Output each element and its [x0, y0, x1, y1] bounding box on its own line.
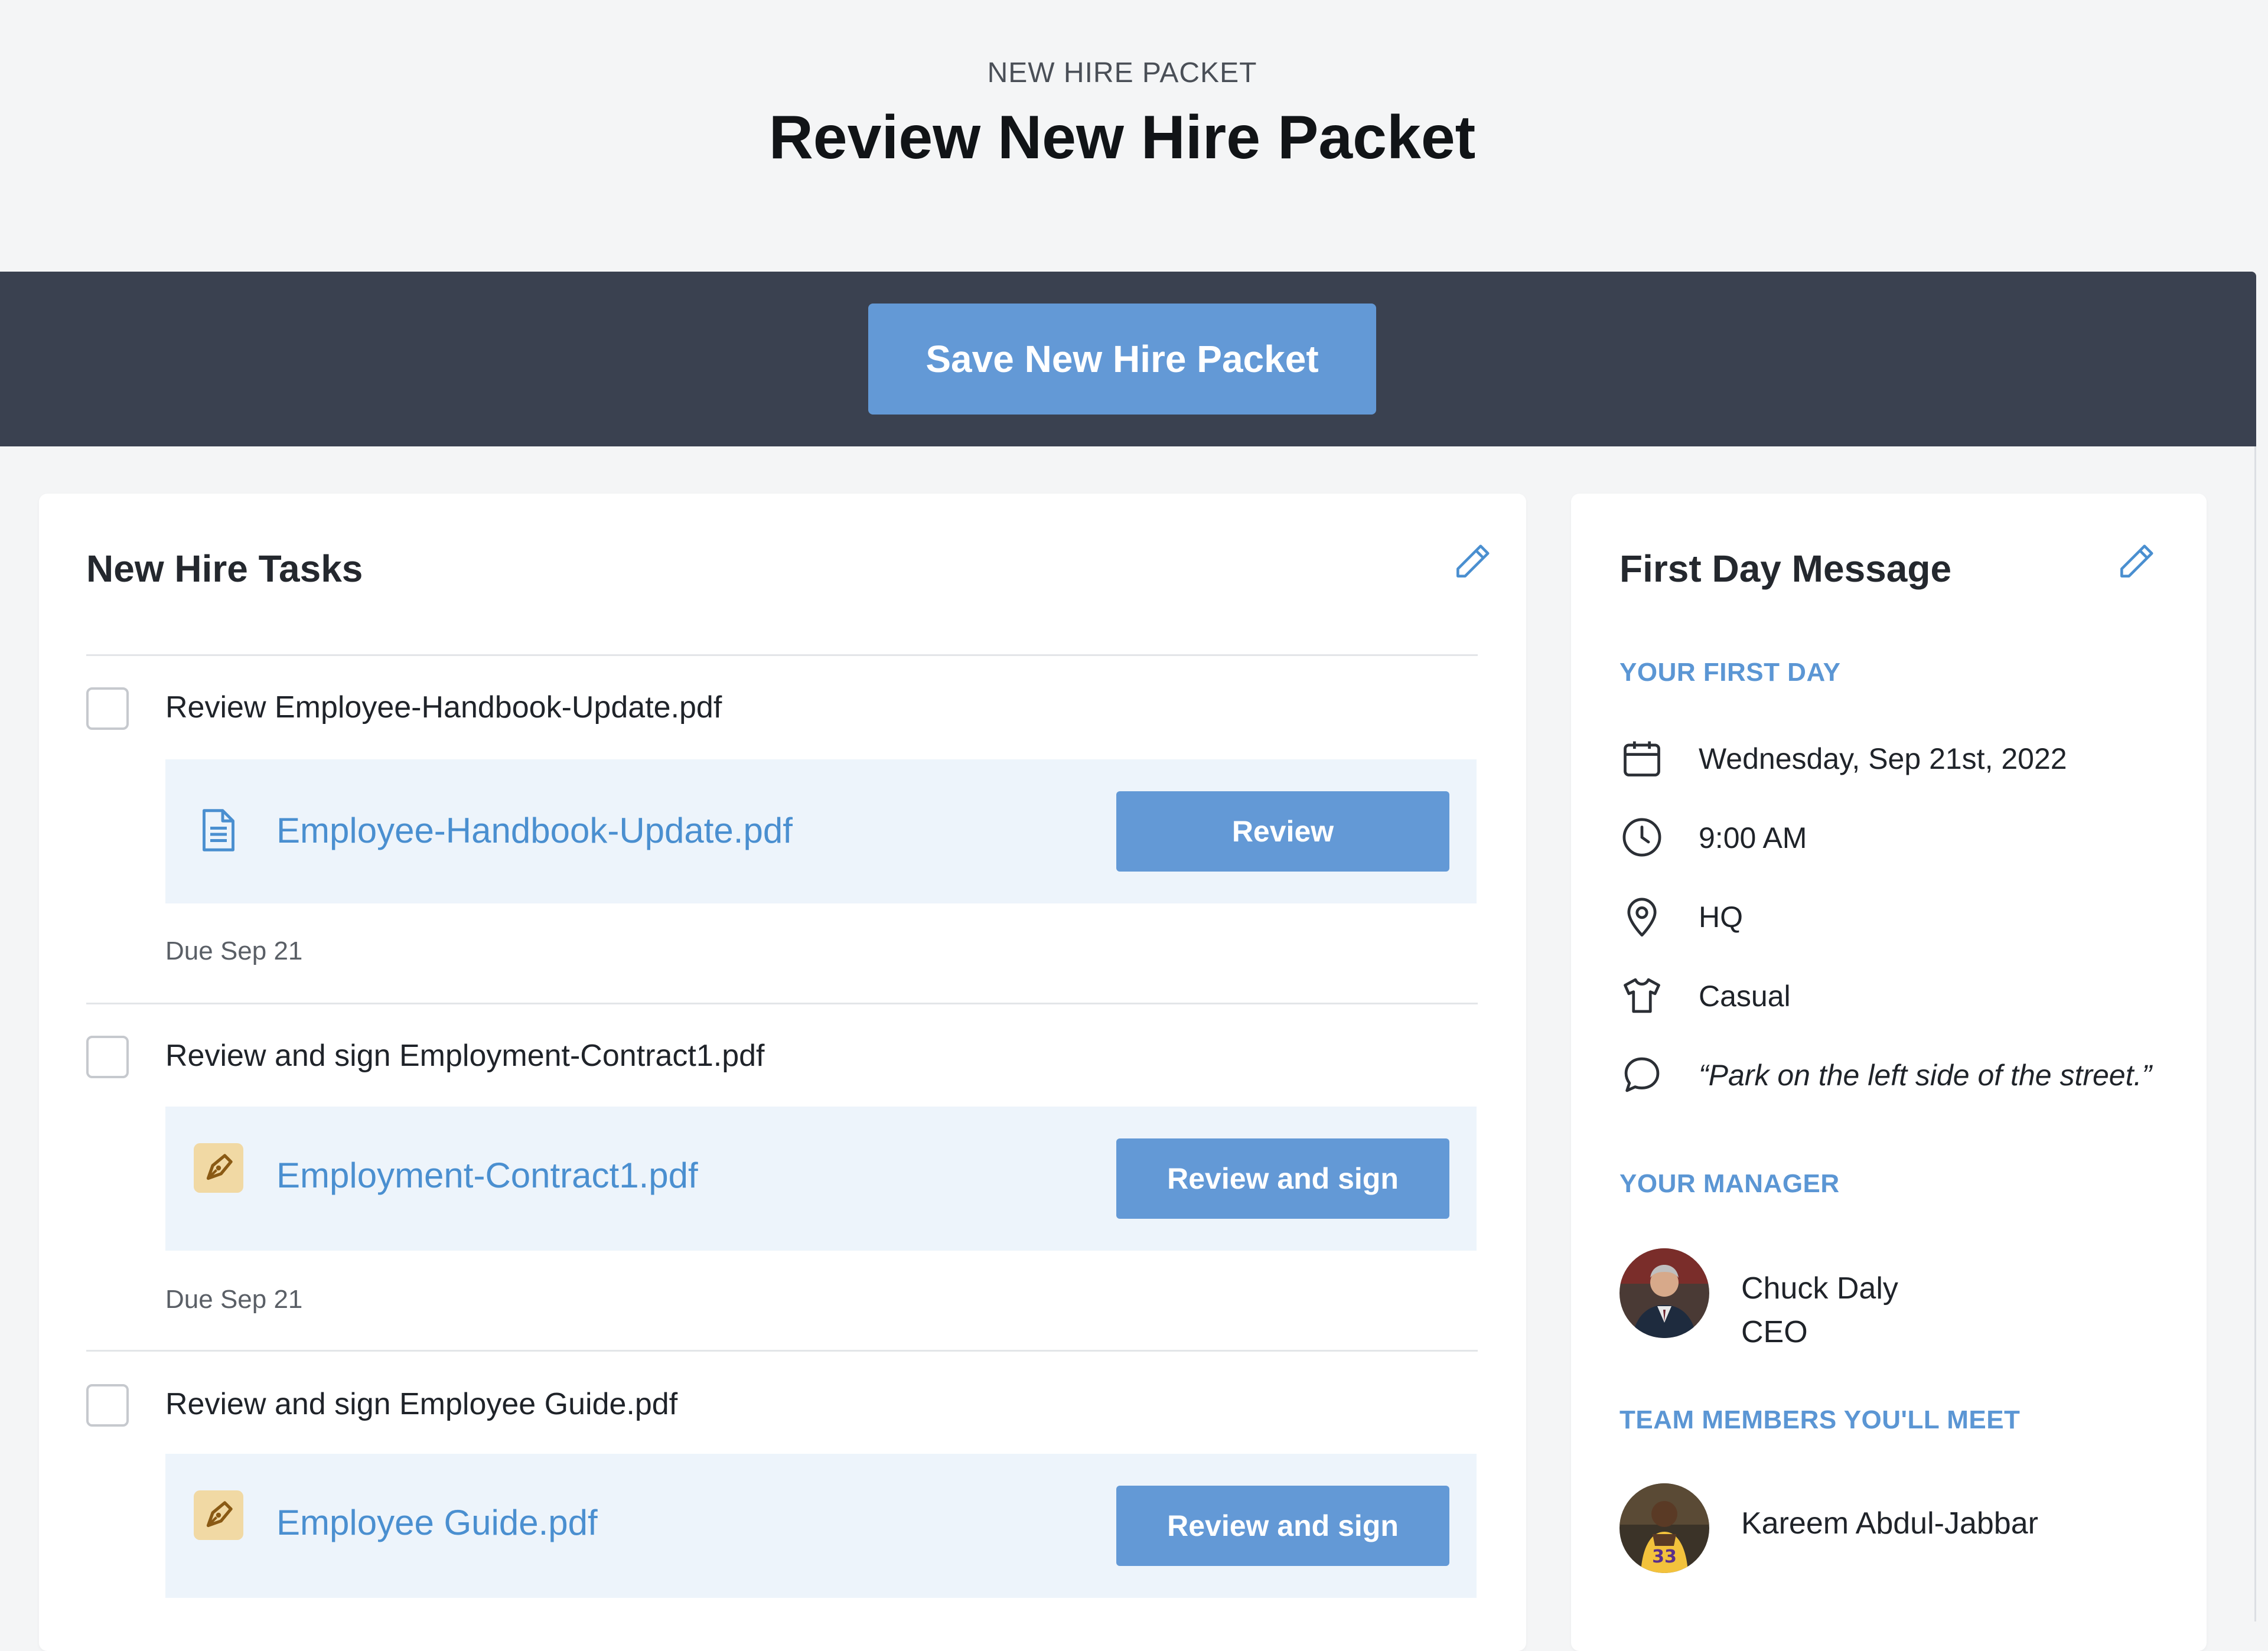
- task-title: Review Employee-Handbook-Update.pdf: [165, 690, 722, 725]
- team-section-label: TEAM MEMBERS YOU'LL MEET: [1619, 1405, 2021, 1434]
- due-date: Due Sep 21: [165, 937, 303, 965]
- first-day-dress-code-text: Casual: [1699, 980, 1791, 1013]
- first-day-dress-code: Casual: [1619, 973, 2198, 1020]
- team-member-name: Kareem Abdul-Jabbar: [1741, 1506, 2038, 1541]
- file-link[interactable]: Employment-Contract1.pdf: [276, 1155, 698, 1196]
- tasks-card-title: New Hire Tasks: [86, 547, 363, 590]
- task-checkbox[interactable]: [86, 1384, 129, 1427]
- action-bar: Save New Hire Packet: [0, 272, 2256, 446]
- team-member-avatar-photo: 33: [1619, 1483, 1709, 1573]
- page-edge-divider: [2254, 446, 2256, 1621]
- manager-avatar-photo: [1619, 1248, 1709, 1338]
- review-button[interactable]: Review: [1116, 791, 1449, 872]
- page-title: Review New Hire Packet: [768, 103, 1476, 172]
- svg-text:33: 33: [1652, 1546, 1677, 1567]
- first-day-date: Wednesday, Sep 21st, 2022: [1619, 736, 2198, 783]
- task-checkbox[interactable]: [86, 687, 129, 730]
- first-day-section-label: YOUR FIRST DAY: [1619, 658, 1841, 687]
- first-day-time-text: 9:00 AM: [1699, 821, 1807, 854]
- manager-role: CEO: [1741, 1315, 1808, 1349]
- divider: [86, 654, 1478, 656]
- task-title: Review and sign Employee Guide.pdf: [165, 1387, 678, 1421]
- file-link[interactable]: Employee-Handbook-Update.pdf: [276, 810, 793, 851]
- first-day-message-card: First Day Message YOUR FIRST DAY Wednesd…: [1571, 494, 2207, 1651]
- signature-pen-icon: [194, 1490, 243, 1540]
- first-day-note: “Park on the left side of the street.”: [1619, 1052, 2198, 1099]
- due-date: Due Sep 21: [165, 1285, 303, 1314]
- file-attachment: Employee Guide.pdf Review and sign: [165, 1454, 1477, 1598]
- signature-pen-icon: [194, 1143, 243, 1193]
- page-header: NEW HIRE PACKET Review New Hire Packet: [0, 0, 2244, 272]
- shirt-icon: [1624, 978, 1660, 1013]
- task-checkbox[interactable]: [86, 1036, 129, 1078]
- page-eyebrow: NEW HIRE PACKET: [987, 57, 1257, 89]
- divider: [86, 1003, 1478, 1004]
- save-new-hire-packet-button[interactable]: Save New Hire Packet: [868, 304, 1376, 415]
- document-icon: [203, 809, 234, 851]
- avatar: 33: [1619, 1483, 1709, 1573]
- calendar-icon: [1624, 741, 1660, 776]
- location-pin-icon: [1627, 898, 1657, 937]
- manager-section-label: YOUR MANAGER: [1619, 1169, 1840, 1198]
- first-day-location: HQ: [1619, 894, 2198, 941]
- review-and-sign-button[interactable]: Review and sign: [1116, 1138, 1449, 1219]
- new-hire-tasks-card: New Hire Tasks Review Employee-Handbook-…: [39, 494, 1526, 1651]
- manager-name: Chuck Daly: [1741, 1271, 1898, 1306]
- file-link[interactable]: Employee Guide.pdf: [276, 1502, 598, 1543]
- pencil-icon[interactable]: [1451, 540, 1494, 583]
- file-attachment: Employment-Contract1.pdf Review and sign: [165, 1107, 1477, 1251]
- first-day-date-text: Wednesday, Sep 21st, 2022: [1699, 742, 2067, 775]
- first-day-time: 9:00 AM: [1619, 815, 2198, 862]
- task-title: Review and sign Employment-Contract1.pdf: [165, 1039, 765, 1073]
- avatar: [1619, 1248, 1709, 1338]
- first-day-card-title: First Day Message: [1619, 547, 1952, 590]
- clock-icon: [1622, 818, 1661, 857]
- divider: [86, 1350, 1478, 1352]
- first-day-note-text: “Park on the left side of the street.”: [1699, 1059, 2152, 1092]
- review-and-sign-button[interactable]: Review and sign: [1116, 1486, 1449, 1566]
- speech-bubble-icon: [1624, 1057, 1660, 1092]
- first-day-location-text: HQ: [1699, 900, 1743, 934]
- file-attachment: Employee-Handbook-Update.pdf Review: [165, 759, 1477, 903]
- pencil-icon[interactable]: [2114, 540, 2158, 583]
